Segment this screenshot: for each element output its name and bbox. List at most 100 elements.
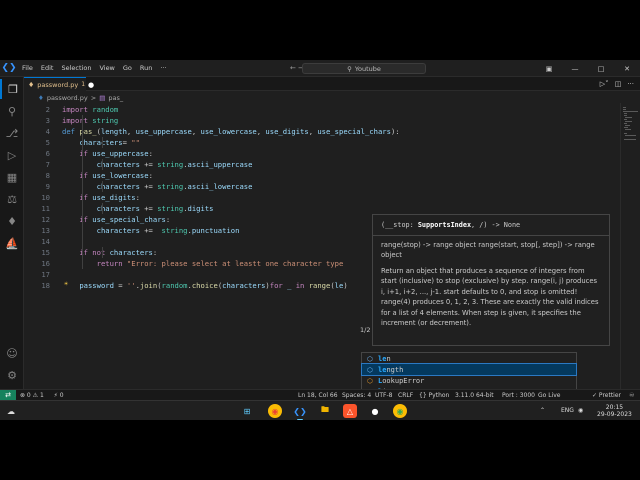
breadcrumb-symbol[interactable]: pas_: [108, 94, 123, 102]
line-number: 8: [45, 171, 50, 180]
chrome-icon[interactable]: ◉: [268, 404, 282, 418]
settings-gear-icon[interactable]: ⚙: [0, 365, 24, 385]
suggestion-label: LookupError: [378, 376, 425, 385]
code-line[interactable]: 6 if use_uppercase:: [24, 148, 620, 159]
line-number: 18: [41, 281, 50, 290]
docker-icon[interactable]: ⛵: [0, 233, 24, 253]
vscode-taskbar-icon[interactable]: ❮❯: [293, 404, 307, 420]
clock[interactable]: 20:15 29-09-2023: [597, 404, 632, 418]
hover-paragraph: Return an object that produces a sequenc…: [381, 266, 599, 328]
code-line[interactable]: 2 import random: [24, 104, 620, 115]
code-line[interactable]: 3 import string: [24, 115, 620, 126]
tray-chevron-icon[interactable]: ⌃: [540, 401, 545, 420]
line-number: 5: [45, 138, 50, 147]
line-number: 17: [41, 270, 50, 279]
file-explorer-icon[interactable]: 🖿: [318, 404, 332, 418]
lightbulb-icon[interactable]: ☀: [64, 280, 68, 288]
code-line[interactable]: 5 characters= "": [24, 137, 620, 148]
run-file-icon[interactable]: ▷˅: [600, 77, 609, 91]
code-line[interactable]: 4 def pas_(length, use_uppercase, use_low…: [24, 126, 620, 137]
menu-go[interactable]: Go: [119, 60, 136, 77]
testing-icon[interactable]: ⚖: [0, 189, 24, 209]
menu-selection[interactable]: Selection: [57, 60, 95, 77]
line-number: 15: [41, 248, 50, 257]
chrome-profile-icon[interactable]: ◉: [393, 404, 407, 418]
line-number: 13: [41, 226, 50, 235]
windows-taskbar: ☁ ⊞ ◉ ❮❯ 🖿 △ ● ◉ ⌃ ENG ◉ 20:15 29-09-202…: [0, 400, 640, 420]
tab-bar: ♦ password.py 1 ● ▷˅ ◫ ···: [24, 77, 640, 91]
start-button-icon[interactable]: ⊞: [240, 404, 254, 418]
minimap[interactable]: [620, 103, 640, 389]
weather-icon[interactable]: ☁: [4, 404, 18, 418]
line-number: 12: [41, 215, 50, 224]
github-icon[interactable]: ●: [368, 404, 382, 418]
code-text: password = ''.join(random.choice(charact…: [79, 281, 348, 290]
line-number: 7: [45, 160, 50, 169]
python-file-icon: ♦: [28, 80, 35, 89]
suggestion-item[interactable]: ⬡ len: [362, 353, 576, 364]
indent-guide: [102, 181, 103, 192]
activity-bar: ❐ ⚲ ⎇ ▷ ▦ ⚖ ♦ ⛵ ☺ ⚙: [0, 77, 24, 389]
code-text: if not characters:: [79, 248, 158, 257]
account-icon[interactable]: ☺: [0, 343, 24, 363]
breadcrumb-file[interactable]: password.py: [47, 94, 88, 102]
class-symbol-icon: ⬡: [367, 376, 373, 385]
minimap-line: [623, 109, 626, 110]
suggestion-label: len: [378, 354, 391, 363]
more-actions-icon[interactable]: ···: [627, 77, 634, 91]
suggestion-item[interactable]: ⬡ LookupError: [362, 375, 576, 386]
code-line[interactable]: 9 characters += string.ascii_lowercase: [24, 181, 620, 192]
layout-icon[interactable]: ▣: [536, 65, 562, 73]
minimize-button[interactable]: —: [562, 65, 588, 73]
wifi-icon[interactable]: ◉: [578, 401, 583, 420]
code-line[interactable]: 8 if use_lowercase:: [24, 170, 620, 181]
command-center-search[interactable]: ⚲ Youtube: [302, 63, 426, 74]
hover-signature: (__stop: SupportsIndex, /) -> None: [381, 221, 521, 229]
menu-more[interactable]: ···: [156, 60, 170, 77]
python-icon[interactable]: ♦: [0, 211, 24, 231]
menu-view[interactable]: View: [95, 60, 118, 77]
extensions-icon[interactable]: ▦: [0, 167, 24, 187]
tab-password-py[interactable]: ♦ password.py 1 ●: [24, 77, 94, 91]
brave-icon[interactable]: △: [343, 404, 357, 418]
breadcrumb-separator: >: [90, 93, 97, 102]
minimap-line: [623, 107, 626, 108]
run-debug-icon[interactable]: ▷: [0, 145, 24, 165]
unsaved-dot-icon[interactable]: ●: [88, 81, 94, 89]
code-line[interactable]: 11 characters += string.digits: [24, 203, 620, 214]
minimap-line: [623, 111, 638, 112]
vscode-logo-icon: ❮❯: [1, 63, 17, 73]
minimap-line: [624, 121, 632, 122]
line-number: 2: [45, 105, 50, 114]
clock-date: 29-09-2023: [597, 411, 632, 418]
function-symbol-icon: ⬡: [367, 354, 373, 363]
suggestion-item[interactable]: ⬡ length: [361, 363, 577, 376]
menu-run[interactable]: Run: [136, 60, 156, 77]
close-button[interactable]: ✕: [614, 65, 640, 73]
source-control-icon[interactable]: ⎇: [0, 123, 24, 143]
indent-guide: [82, 115, 83, 269]
line-number: 11: [41, 204, 50, 213]
indent-guide: [102, 159, 103, 170]
code-text: if use_lowercase:: [79, 171, 153, 180]
code-text: if use_uppercase:: [79, 149, 153, 158]
explorer-icon[interactable]: ❐: [0, 79, 24, 99]
hover-paragraph: range(stop) -> range object range(start,…: [381, 240, 595, 260]
minimap-line: [623, 119, 628, 120]
code-line[interactable]: 7 characters += string.ascii_uppercase: [24, 159, 620, 170]
menu-file[interactable]: File: [18, 60, 37, 77]
minimap-line: [623, 115, 628, 116]
code-line[interactable]: 10 if use_digits:: [24, 192, 620, 203]
signature-paging[interactable]: 1/2: [360, 326, 370, 334]
variable-symbol-icon: ⬡: [367, 365, 373, 374]
line-number: 3: [45, 116, 50, 125]
split-editor-icon[interactable]: ◫: [615, 77, 622, 91]
minimap-line: [623, 139, 637, 140]
minimap-line: [624, 135, 636, 136]
search-icon[interactable]: ⚲: [0, 101, 24, 121]
keyboard-language[interactable]: ENG: [561, 401, 574, 420]
menu-edit[interactable]: Edit: [37, 60, 58, 77]
code-text: characters += string.punctuation: [96, 226, 240, 235]
maximize-button[interactable]: □: [588, 65, 614, 73]
indent-guide: [102, 247, 103, 258]
